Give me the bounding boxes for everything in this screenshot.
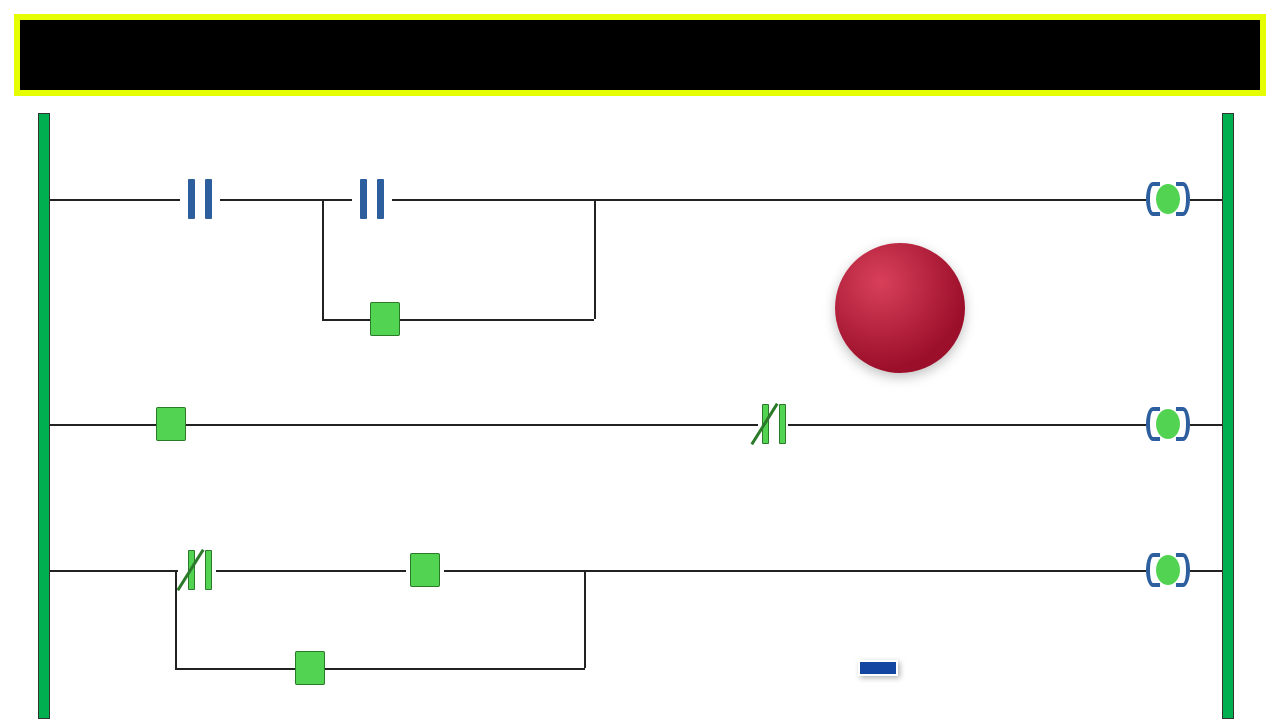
contact-nc-switch	[180, 550, 220, 590]
contact-no-m1-rung2	[156, 407, 186, 441]
contact-nc-rung2	[754, 404, 794, 444]
title-banner	[14, 14, 1266, 96]
coil-machine2	[1146, 407, 1190, 441]
power-rail-right	[1222, 113, 1234, 719]
contact-no-m0	[352, 179, 392, 219]
coil-m2	[1146, 553, 1190, 587]
contact-no-m1-branch	[370, 302, 400, 336]
coil-m1	[1146, 182, 1190, 216]
power-rail-left	[38, 113, 50, 719]
contact-no-machine2	[410, 553, 440, 587]
footer-badge	[858, 660, 898, 676]
ladder-canvas	[50, 113, 1222, 719]
contact-no-m2-branch	[295, 651, 325, 685]
page-title	[20, 20, 1260, 90]
contact-no-switch	[180, 179, 220, 219]
inst-tools-logo	[835, 243, 965, 373]
